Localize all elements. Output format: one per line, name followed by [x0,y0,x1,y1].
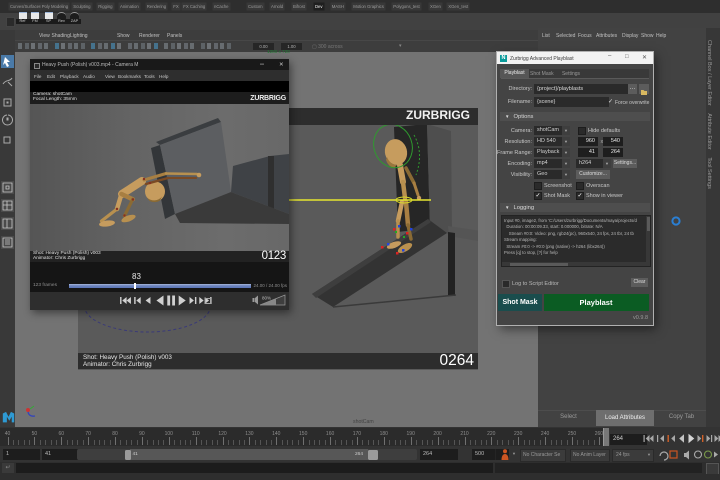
svg-text:80%: 80% [262,296,271,301]
